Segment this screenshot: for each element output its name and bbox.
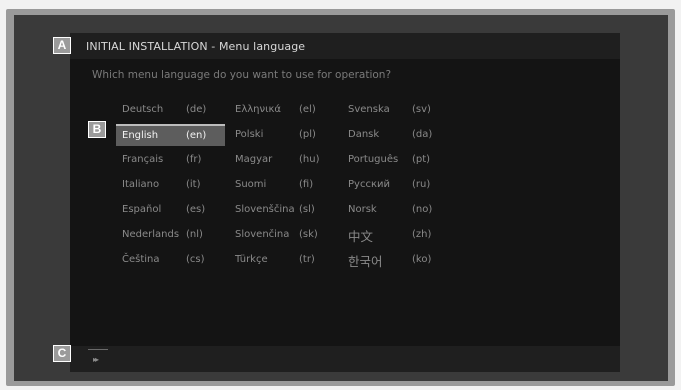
language-code: (hu) [299,154,320,165]
language-code: (cs) [186,254,205,265]
language-option[interactable]: English (en) [116,124,225,146]
language-option[interactable]: Slovenščina (sl) [229,199,338,219]
language-name: Ελληνικά [235,104,281,115]
language-code: (es) [186,204,206,215]
language-code: (sv) [412,104,431,115]
language-name: Svenska [348,104,390,115]
language-option[interactable]: Русский (ru) [342,174,442,194]
language-code: (sl) [299,204,315,215]
fast-forward-icon: ▸▸ [93,355,99,364]
language-code: (da) [412,129,433,140]
language-name: Nederlands [122,229,180,240]
language-code: (en) [186,130,207,141]
callout-badge-c: C [53,345,71,362]
language-code: (pt) [412,154,431,165]
language-option[interactable]: Slovenčina (sk) [229,224,338,244]
bottom-bar: ▸▸ [70,346,620,372]
language-code: (no) [412,204,433,215]
language-option[interactable]: Türkçe (tr) [229,249,338,269]
bottom-divider [88,349,108,350]
language-name: Deutsch [122,104,164,115]
language-option[interactable]: Italiano (it) [116,174,225,194]
language-option[interactable]: Norsk (no) [342,199,442,219]
language-name: 한국어 [348,254,383,269]
language-option[interactable]: 한국어 (ko) [342,249,442,269]
language-option[interactable]: Português (pt) [342,149,442,169]
language-code: (el) [299,104,316,115]
menu-screen: INITIAL INSTALLATION - Menu language Whi… [70,33,620,372]
language-name: Suomi [235,179,267,190]
language-name: Dansk [348,129,380,140]
language-code: (nl) [186,229,203,240]
language-option[interactable]: Nederlands (nl) [116,224,225,244]
language-name: Español [122,204,162,215]
language-option[interactable]: 中文 (zh) [342,224,442,244]
language-code: (fr) [186,154,202,165]
callout-badge-b: B [88,121,106,138]
language-name: 中文 [348,229,374,244]
language-option[interactable]: Français (fr) [116,149,225,169]
language-name: Norsk [348,204,377,215]
language-option[interactable]: Suomi (fi) [229,174,338,194]
language-name: Slovenčina [235,229,290,240]
language-option[interactable]: Svenska (sv) [342,99,442,119]
language-name: Čeština [122,254,160,265]
language-name: Français [122,154,164,165]
title-bar: INITIAL INSTALLATION - Menu language [70,33,620,59]
language-name: Português [348,154,399,165]
language-option[interactable]: Español (es) [116,199,225,219]
question-text: Which menu language do you want to use f… [92,69,392,81]
language-name: Русский [348,179,390,190]
language-name: English [122,130,159,141]
language-code: (tr) [299,254,315,265]
language-option[interactable]: Polski (pl) [229,124,338,144]
language-code: (sk) [299,229,318,240]
language-code: (ko) [412,254,432,265]
language-code: (fi) [299,179,314,190]
page-title: INITIAL INSTALLATION - Menu language [86,40,306,53]
language-code: (pl) [299,129,316,140]
language-option[interactable]: Magyar (hu) [229,149,338,169]
language-option[interactable]: Ελληνικά (el) [229,99,338,119]
language-option[interactable]: Deutsch (de) [116,99,225,119]
callout-badge-a: A [53,37,71,54]
language-option[interactable]: Dansk (da) [342,124,442,144]
language-code: (de) [186,104,207,115]
language-name: Magyar [235,154,273,165]
language-code: (it) [186,179,201,190]
language-name: Italiano [122,179,160,190]
language-code: (ru) [412,179,431,190]
language-name: Polski [235,129,264,140]
language-name: Türkçe [235,254,268,265]
language-name: Slovenščina [235,204,295,215]
language-option[interactable]: Čeština (cs) [116,249,225,269]
language-code: (zh) [412,229,432,240]
